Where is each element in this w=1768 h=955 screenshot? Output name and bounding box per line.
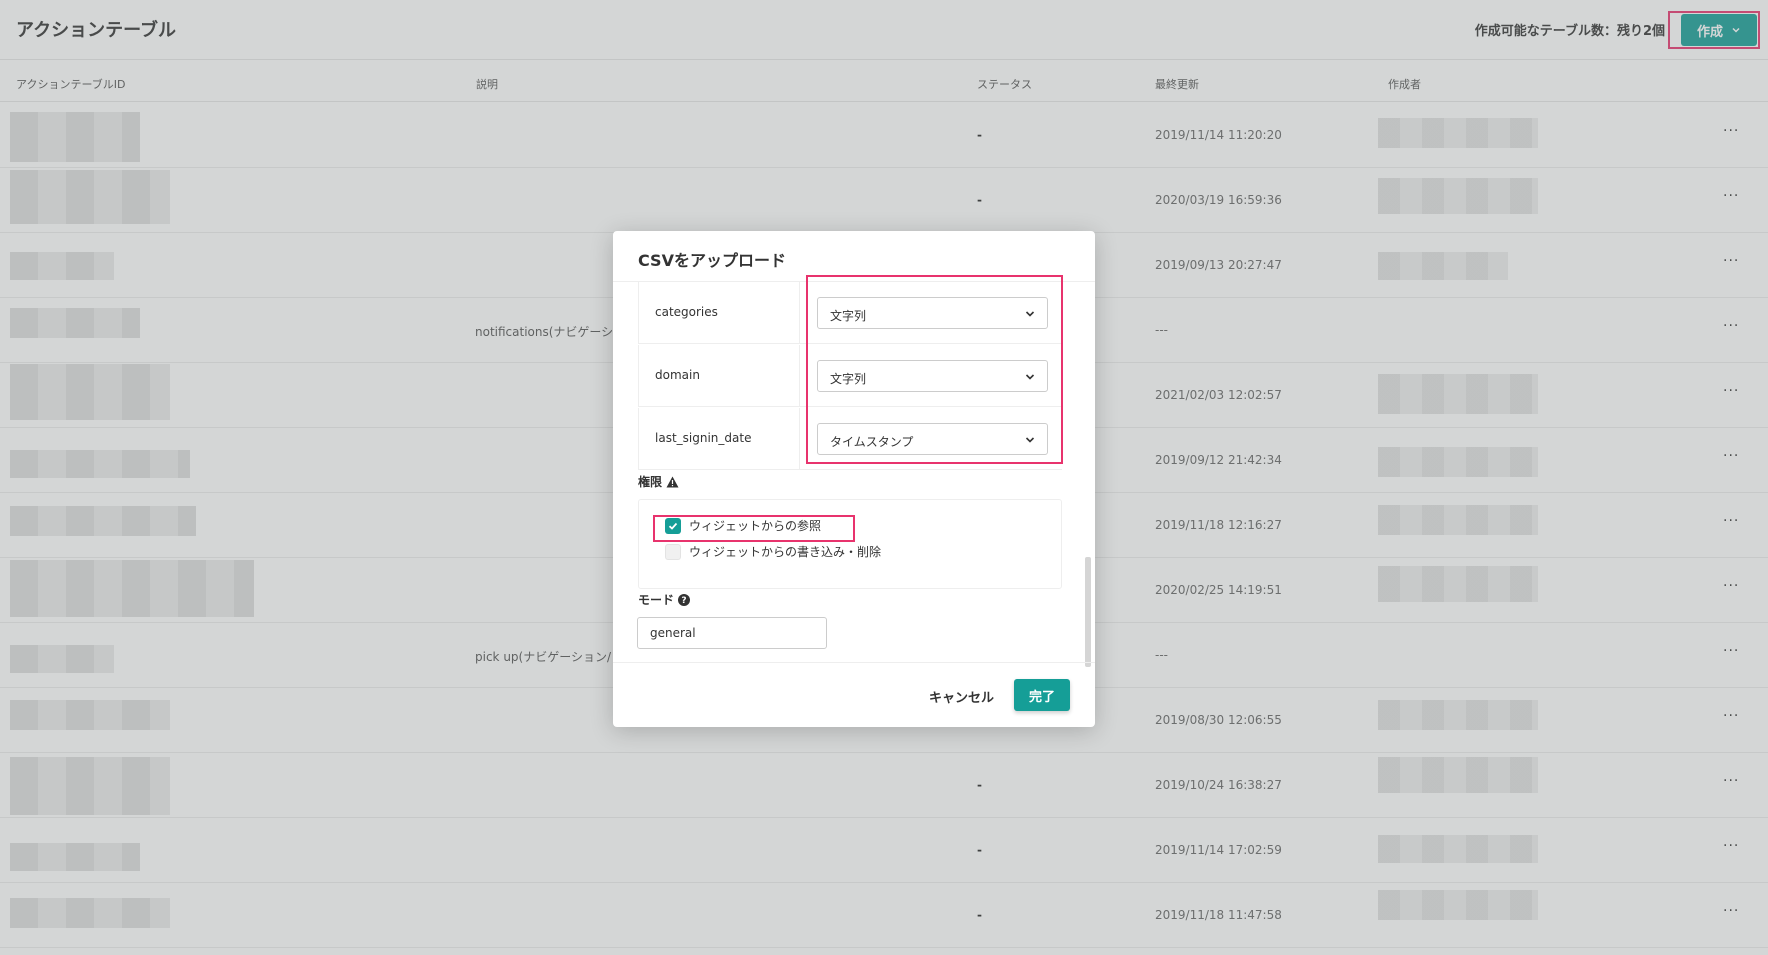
permissions-label-text: 権限	[638, 475, 663, 489]
help-icon[interactable]: ?	[678, 593, 691, 606]
divider	[799, 282, 800, 344]
divider	[613, 662, 1095, 663]
permissions-box: ウィジェットからの参照 ウィジェットからの書き込み・削除	[638, 499, 1062, 589]
svg-text:?: ?	[681, 596, 686, 606]
permission-write-checkbox[interactable]: ウィジェットからの書き込み・削除	[665, 543, 881, 560]
modal-scrollbar[interactable]	[1085, 557, 1091, 667]
done-button[interactable]: 完了	[1014, 679, 1070, 711]
divider	[799, 345, 800, 407]
mode-label: モード ?	[638, 591, 691, 608]
modal-title: CSVをアップロード	[638, 251, 786, 270]
checkbox-unchecked[interactable]	[665, 543, 681, 560]
permission-read-highlight	[653, 515, 855, 542]
type-select-highlight	[806, 275, 1063, 464]
divider	[799, 408, 800, 470]
column-name: domain	[655, 368, 700, 382]
column-name: categories	[655, 305, 718, 319]
permission-label: ウィジェットからの書き込み・削除	[689, 545, 882, 559]
permissions-label: 権限	[638, 473, 679, 490]
cancel-button[interactable]: キャンセル	[917, 679, 1006, 711]
column-name: last_signin_date	[655, 431, 752, 445]
mode-input[interactable]	[637, 617, 827, 649]
mode-label-text: モード	[638, 593, 675, 607]
warning-icon[interactable]	[666, 476, 679, 488]
